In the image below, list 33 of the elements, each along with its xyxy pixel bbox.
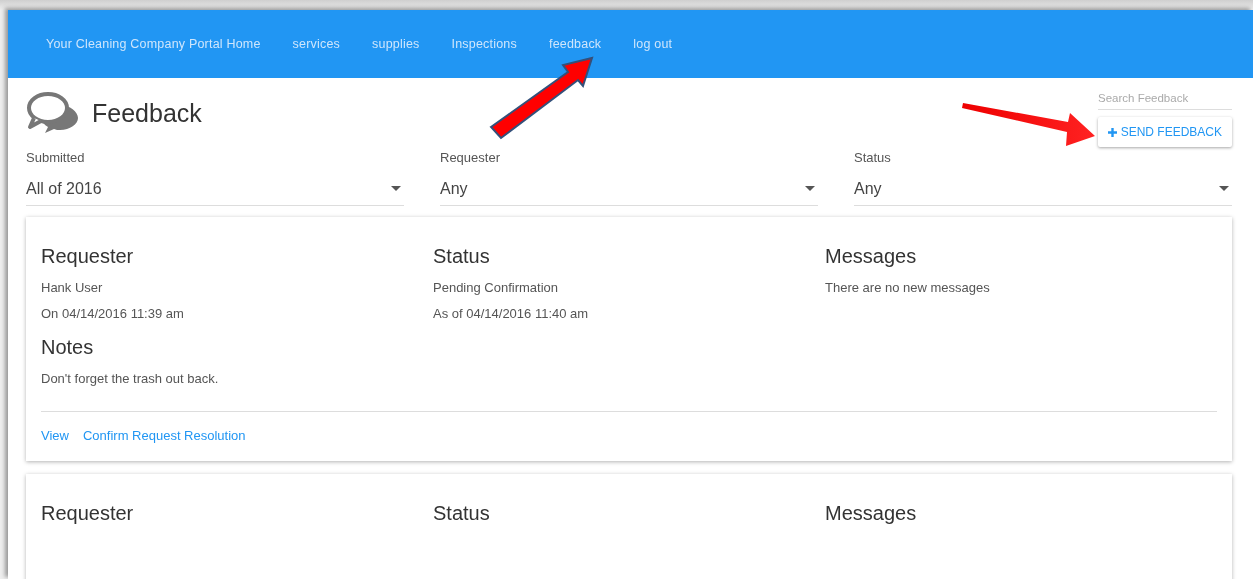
nav-link[interactable]: log out (633, 37, 673, 51)
brand-link[interactable]: Your Cleaning Company Portal Home (46, 37, 261, 51)
detail-text: There are no new messages (825, 280, 991, 295)
send-feedback-button[interactable]: SEND FEEDBACK (1097, 117, 1232, 147)
filter-label: Status (854, 150, 892, 167)
filter-dropdown[interactable]: Any (440, 172, 818, 206)
nav-link[interactable]: feedback (548, 37, 602, 51)
section-heading: Requester (41, 502, 135, 525)
dropdown-caret-icon (391, 186, 401, 191)
filter-dropdown[interactable]: All of 2016 (26, 172, 404, 206)
filter-label: Submitted (26, 150, 86, 167)
filter-label: Requester (440, 150, 501, 167)
dropdown-caret-icon (805, 186, 815, 191)
section-heading: Notes (41, 336, 95, 359)
section-heading: Status (433, 245, 491, 268)
section-heading: Status (433, 502, 491, 525)
detail-text: Hank User (41, 280, 104, 295)
plus-icon (1107, 127, 1117, 137)
notes-text: Don't forget the trash out back. (41, 371, 220, 386)
dropdown-caret-icon (1219, 186, 1229, 191)
page-title: Feedback (92, 98, 202, 128)
filter-dropdown[interactable]: Any (854, 172, 1232, 206)
card-action-link[interactable]: View (41, 428, 69, 443)
detail-text: As of 04/14/2016 11:40 am (433, 306, 590, 321)
nav-link[interactable]: Inspections (451, 37, 517, 51)
nav-link[interactable]: services (292, 37, 341, 51)
card-action-link[interactable]: Confirm Request Resolution (82, 428, 246, 443)
section-heading: Requester (41, 245, 135, 268)
nav-link[interactable]: supplies (372, 37, 420, 51)
section-heading: Messages (825, 245, 918, 268)
section-heading: Messages (825, 502, 918, 525)
detail-text: Pending Confirmation (433, 280, 560, 295)
detail-text: On 04/14/2016 11:39 am (41, 306, 185, 321)
